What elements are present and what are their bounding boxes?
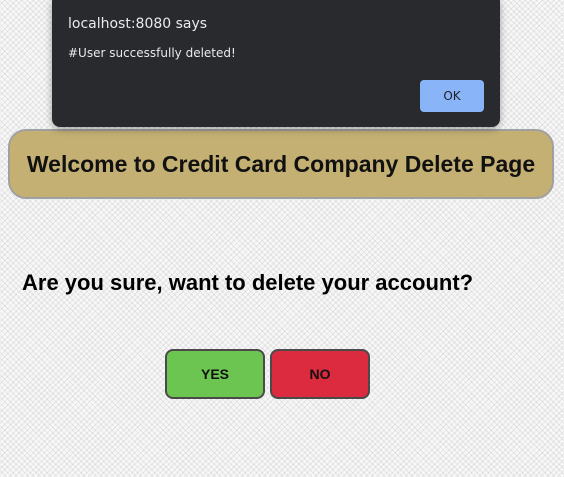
yes-button[interactable]: YES	[165, 349, 265, 399]
alert-dialog: localhost:8080 says #User successfully d…	[52, 0, 500, 127]
alert-ok-button[interactable]: OK	[420, 80, 484, 112]
delete-confirmation-question: Are you sure, want to delete your accoun…	[22, 270, 474, 295]
alert-message: #User successfully deleted!	[68, 46, 236, 60]
page-title: Welcome to Credit Card Company Delete Pa…	[26, 150, 536, 177]
no-button[interactable]: NO	[270, 349, 370, 399]
alert-title: localhost:8080 says	[68, 16, 208, 32]
header-banner: Welcome to Credit Card Company Delete Pa…	[8, 129, 554, 199]
